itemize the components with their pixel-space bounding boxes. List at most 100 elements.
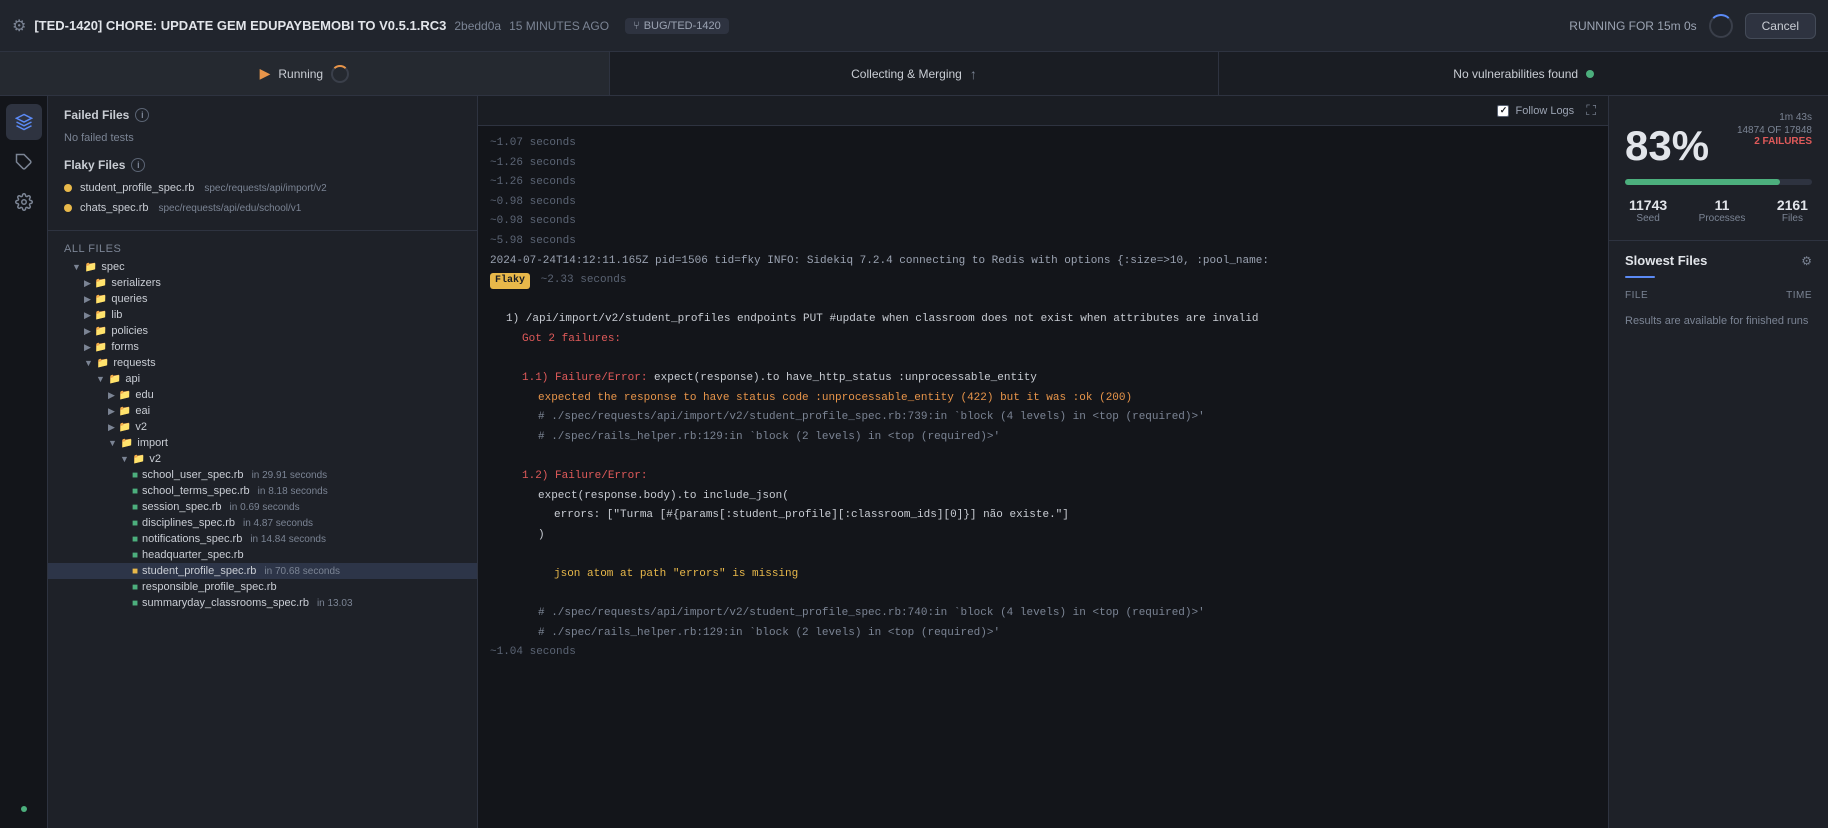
tree-folder-edu[interactable]: ▶ 📁 edu (48, 387, 477, 403)
folder-icon: 📁 (95, 326, 107, 337)
tree-name-v2-import: v2 (149, 453, 161, 465)
chevron-right-icon: ▶ (84, 294, 91, 305)
tree-name-session: session_spec.rb (142, 501, 222, 513)
flaky-item-2[interactable]: chats_spec.rb spec/requests/api/edu/scho… (64, 198, 461, 218)
top-bar: ⚙ [TED-1420] CHORE: UPDATE GEM EDUPAYBEM… (0, 0, 1828, 52)
percent-display: 83% (1625, 125, 1709, 167)
folder-icon: 📁 (121, 438, 133, 449)
seed-value: 11743 (1629, 197, 1667, 213)
folder-icon: 📁 (95, 342, 107, 353)
follow-logs-checkbox[interactable]: ✓ (1497, 105, 1509, 117)
tree-folder-serializers[interactable]: ▶ 📁 serializers (48, 275, 477, 291)
slowest-divider (1625, 276, 1655, 278)
status-bar: ▶ Running Collecting & Merging ↑ No vuln… (0, 52, 1828, 96)
tree-file-notifications[interactable]: ■ notifications_spec.rb in 14.84 seconds (48, 531, 477, 547)
check-icon: ✓ (1500, 105, 1508, 116)
slowest-files-title: Slowest Files (1625, 253, 1707, 268)
log-line-trace-2: # ./spec/rails_helper.rb:129:in `block (… (490, 428, 1596, 448)
failed-files-info-icon[interactable]: i (135, 108, 149, 122)
tree-name-responsible: responsible_profile_spec.rb (142, 581, 277, 593)
tree-file-summaryday[interactable]: ■ summaryday_classrooms_spec.rb in 13.03 (48, 595, 477, 611)
tree-name-queries: queries (111, 293, 147, 305)
log-time: ~5.98 seconds (490, 235, 576, 247)
tree-name-headquarter: headquarter_spec.rb (142, 549, 244, 561)
status-collecting[interactable]: Collecting & Merging ↑ (610, 52, 1220, 95)
nav-icon-layers[interactable] (6, 104, 42, 140)
flaky-files-info-icon[interactable]: i (131, 158, 145, 172)
files-label: Files (1777, 213, 1808, 224)
seed-label: Seed (1629, 213, 1667, 224)
tree-file-school-terms[interactable]: ■ school_terms_spec.rb in 8.18 seconds (48, 483, 477, 499)
log-content[interactable]: ~1.07 seconds ~1.26 seconds ~1.26 second… (478, 126, 1608, 828)
chevron-down-icon: ▼ (108, 438, 117, 448)
tree-name-notifications: notifications_spec.rb (142, 533, 242, 545)
log-line-trace-1: # ./spec/requests/api/import/v2/student_… (490, 408, 1596, 428)
tree-file-disciplines[interactable]: ■ disciplines_spec.rb in 4.87 seconds (48, 515, 477, 531)
tree-folder-import[interactable]: ▼ 📁 import (48, 435, 477, 451)
tree-file-responsible[interactable]: ■ responsible_profile_spec.rb (48, 579, 477, 595)
tree-time-school-terms: in 8.18 seconds (258, 486, 328, 497)
nav-icon-tag[interactable] (6, 144, 42, 180)
flaky-dot-1 (64, 184, 72, 192)
log-line-failure-1-2: 1.2) Failure/Error: (490, 467, 1596, 487)
log-line: ~1.26 seconds (490, 154, 1596, 174)
tree-folder-lib[interactable]: ▶ 📁 lib (48, 307, 477, 323)
tree-name-eai: eai (135, 405, 150, 417)
settings-icon[interactable]: ⚙ (1801, 254, 1812, 268)
log-line-info: 2024-07-24T14:12:11.165Z pid=1506 tid=fk… (490, 252, 1596, 272)
tree-folder-queries[interactable]: ▶ 📁 queries (48, 291, 477, 307)
log-line-blank (490, 350, 1596, 370)
log-failure-code: expect(response).to have_http_status :un… (654, 372, 1037, 384)
tree-folder-spec[interactable]: ▼ 📁 spec (48, 259, 477, 275)
tree-file-student-profile[interactable]: ■ student_profile_spec.rb in 70.68 secon… (48, 563, 477, 579)
running-label: Running (278, 67, 323, 81)
tree-file-headquarter[interactable]: ■ headquarter_spec.rb (48, 547, 477, 563)
log-line-trace-4: # ./spec/rails_helper.rb:129:in `block (… (490, 624, 1596, 644)
tree-folder-forms[interactable]: ▶ 📁 forms (48, 339, 477, 355)
follow-logs-toggle[interactable]: ✓ Follow Logs (1497, 105, 1574, 117)
log-toolbar: ✓ Follow Logs ⛶ (478, 96, 1608, 126)
tree-folder-eai[interactable]: ▶ 📁 eai (48, 403, 477, 419)
right-panel-top: 1m 43s 83% 14874 OF 17848 2 FAILURES 117… (1609, 96, 1828, 241)
log-line-failure-1-1: 1.1) Failure/Error: expect(response).to … (490, 369, 1596, 389)
failed-files-label: Failed Files (64, 108, 129, 122)
nav-status-dot (21, 806, 27, 812)
nav-icon-settings[interactable] (6, 184, 42, 220)
tests-meta: 14874 OF 17848 2 FAILURES (1737, 125, 1812, 147)
tree-folder-v2-import[interactable]: ▼ 📁 v2 (48, 451, 477, 467)
chevron-down-icon: ▼ (84, 358, 93, 368)
log-time: ~1.26 seconds (490, 176, 576, 188)
tree-name-policies: policies (111, 325, 148, 337)
log-line-trace-3: # ./spec/requests/api/import/v2/student_… (490, 604, 1596, 624)
top-bar-left: ⚙ [TED-1420] CHORE: UPDATE GEM EDUPAYBEM… (12, 16, 729, 36)
running-label: RUNNING FOR 15m 0s (1569, 19, 1696, 33)
tree-folder-requests[interactable]: ▼ 📁 requests (48, 355, 477, 371)
status-running[interactable]: ▶ Running (0, 52, 610, 95)
flaky-badge: Flaky (490, 273, 530, 289)
file-icon: ■ (132, 550, 138, 561)
status-vulnerabilities[interactable]: No vulnerabilities found (1219, 52, 1828, 95)
folder-icon: 📁 (95, 310, 107, 321)
branch-icon: ⑂ (633, 20, 640, 32)
tree-file-session[interactable]: ■ session_spec.rb in 0.69 seconds (48, 499, 477, 515)
collecting-label: Collecting & Merging (851, 67, 962, 81)
running-icon: ▶ (260, 65, 271, 82)
cancel-button[interactable]: Cancel (1745, 13, 1816, 39)
tree-folder-api[interactable]: ▼ 📁 api (48, 371, 477, 387)
tree-file-school-user[interactable]: ■ school_user_spec.rb in 29.91 seconds (48, 467, 477, 483)
tree-folder-v2-api[interactable]: ▶ 📁 v2 (48, 419, 477, 435)
stat-seed: 11743 Seed (1629, 197, 1667, 224)
tree-time-session: in 0.69 seconds (230, 502, 300, 513)
stat-files: 2161 Files (1777, 197, 1808, 224)
progress-fill (1625, 179, 1780, 185)
processes-value: 11 (1699, 197, 1746, 213)
log-line-flaky: Flaky ~2.33 seconds (490, 271, 1596, 291)
flaky-item-1[interactable]: student_profile_spec.rb spec/requests/ap… (64, 178, 461, 198)
expand-icon[interactable]: ⛶ (1586, 102, 1596, 119)
tree-time-school-user: in 29.91 seconds (252, 470, 328, 481)
folder-icon: 📁 (95, 278, 107, 289)
file-icon: ■ (132, 598, 138, 609)
file-tree: All files ▼ 📁 spec ▶ 📁 serializers ▶ 📁 q… (48, 231, 477, 828)
tree-folder-policies[interactable]: ▶ 📁 policies (48, 323, 477, 339)
flaky-files-label: Flaky Files (64, 158, 125, 172)
